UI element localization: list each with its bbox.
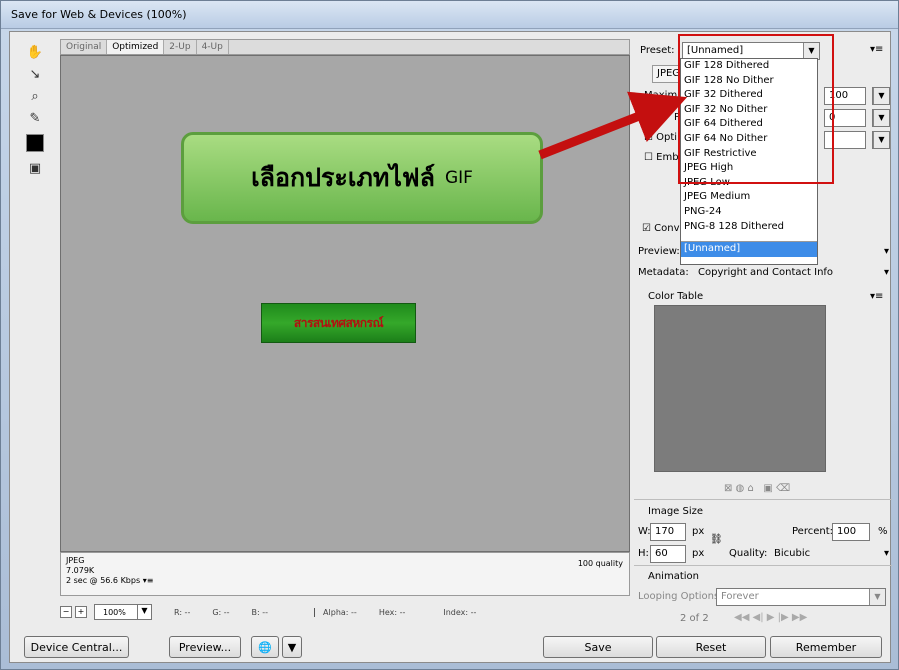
r-readout: R: -- — [174, 607, 191, 617]
color-table-label: Color Table — [648, 291, 704, 302]
resample-dropdown-icon[interactable]: ▾ — [884, 548, 889, 559]
link-icon[interactable]: ⛓ — [710, 534, 723, 545]
preview-button[interactable]: Preview... — [169, 636, 241, 658]
chevron-down-icon: ▼ — [873, 110, 889, 126]
save-button[interactable]: Save — [543, 636, 653, 658]
zoom-in-button[interactable]: + — [75, 606, 87, 618]
preview-status: JPEG 7.079K 2 sec @ 56.6 Kbps ▾≡ 100 qua… — [60, 552, 630, 596]
width-label: W: — [638, 526, 651, 537]
looping-label: Looping Options: — [638, 591, 723, 602]
index-readout: Index: -- — [443, 607, 477, 617]
percent-field[interactable]: 100 — [832, 523, 870, 541]
status-quality: 100 quality — [577, 559, 623, 568]
window-title: Save for Web & Devices (100%) — [11, 8, 187, 21]
preset-option[interactable]: PNG-24 — [681, 205, 817, 220]
percent-label: Percent: — [792, 526, 833, 537]
preview-image: สารสนเทศสหกรณ์ — [261, 303, 416, 343]
preset-menu-icon[interactable]: ▾≡ — [870, 44, 883, 55]
height-label: H: — [638, 548, 649, 559]
preset-option[interactable]: JPEG Medium — [681, 190, 817, 205]
tab-optimized[interactable]: Optimized — [107, 40, 165, 54]
view-tabs: Original Optimized 2-Up 4-Up — [60, 39, 630, 55]
status-time: 2 sec @ 56.6 Kbps ▾≡ — [66, 576, 154, 585]
blur-dropdown[interactable]: ▼ — [872, 109, 890, 127]
metadata-dropdown-icon[interactable]: ▾ — [884, 267, 889, 278]
matte-dropdown[interactable]: ▼ — [872, 131, 890, 149]
tab-4up[interactable]: 4-Up — [197, 40, 229, 54]
preset-option[interactable]: PNG-8 128 Dithered — [681, 220, 817, 235]
reset-button[interactable]: Reset — [656, 636, 766, 658]
zoom-select[interactable]: 100% ▼ — [94, 604, 152, 620]
color-table-icons[interactable]: ⊠ ◍ ⌂ ▣ ⌫ — [724, 483, 790, 494]
highlight-box — [678, 34, 834, 184]
metadata-select[interactable]: Copyright and Contact Info — [698, 267, 833, 278]
width-unit: px — [692, 526, 705, 537]
tab-original[interactable]: Original — [61, 40, 108, 54]
preset-label: Preset: — [640, 45, 675, 56]
quality-label: Quality: — [729, 548, 768, 559]
toolbar: ✋ ↘ ⌕ ✎ ▣ — [24, 42, 48, 180]
width-field[interactable]: 170 — [650, 523, 686, 541]
tab-2up[interactable]: 2-Up — [164, 40, 197, 54]
metadata-label: Metadata: — [638, 267, 689, 278]
zoom-icon[interactable]: ⌕ — [24, 86, 46, 106]
zoom-bar: − + 100% ▼ R: -- G: -- B: -- Alpha: -- He… — [60, 602, 630, 622]
g-readout: G: -- — [212, 607, 230, 617]
eyedropper-icon[interactable]: ✎ — [24, 108, 46, 128]
image-size-label: Image Size — [648, 506, 704, 517]
status-format: JPEG — [66, 556, 85, 565]
callout-thai-text: เลือกประเภทไฟล์ — [251, 163, 435, 192]
preset-separator — [681, 234, 817, 243]
preview-dropdown-icon[interactable]: ▾ — [884, 246, 889, 257]
toggle-slices-icon[interactable]: ▣ — [24, 158, 46, 178]
chevron-down-icon: ▼ — [873, 132, 889, 148]
height-unit: px — [692, 548, 705, 559]
instruction-callout: เลือกประเภทไฟล์ GIF — [181, 132, 543, 224]
callout-gif-text: GIF — [444, 168, 473, 188]
height-field[interactable]: 60 — [650, 545, 686, 563]
color-table-menu-icon[interactable]: ▾≡ — [870, 291, 883, 302]
status-size: 7.079K — [66, 566, 95, 575]
hand-tool-icon[interactable]: ✋ — [24, 42, 46, 62]
chevron-down-icon: ▼ — [869, 589, 885, 605]
device-central-button[interactable]: Device Central... — [24, 636, 129, 658]
animation-controls[interactable]: ◀◀ ◀| ▶ |▶ ▶▶ — [734, 612, 807, 623]
hex-readout: Hex: -- — [378, 607, 406, 617]
alpha-readout: Alpha: -- — [314, 607, 357, 617]
preview-canvas[interactable]: เลือกประเภทไฟล์ GIF สารสนเทศสหกรณ์ — [60, 55, 630, 552]
chevron-down-icon: ▼ — [873, 88, 889, 104]
remember-button[interactable]: Remember — [770, 636, 882, 658]
b-readout: B: -- — [251, 607, 269, 617]
frame-counter: 2 of 2 — [680, 613, 709, 624]
animation-label: Animation — [648, 571, 699, 582]
browser-dropdown[interactable]: ▼ — [282, 636, 302, 658]
percent-sign: % — [878, 526, 888, 537]
browser-icon[interactable]: 🌐 — [251, 636, 279, 658]
color-swatch[interactable] — [26, 134, 44, 152]
chevron-down-icon: ▼ — [137, 605, 151, 619]
preset-option-selected[interactable]: [Unnamed] — [681, 242, 817, 257]
preview-label: Preview: — [638, 246, 680, 257]
title-bar: Save for Web & Devices (100%) — [1, 1, 898, 29]
color-table — [654, 305, 826, 472]
looping-select[interactable]: Forever ▼ — [716, 588, 886, 606]
resample-select[interactable]: Bicubic — [774, 548, 810, 559]
zoom-out-button[interactable]: − — [60, 606, 72, 618]
slice-select-icon[interactable]: ↘ — [24, 64, 46, 84]
quality-dropdown[interactable]: ▼ — [872, 87, 890, 105]
